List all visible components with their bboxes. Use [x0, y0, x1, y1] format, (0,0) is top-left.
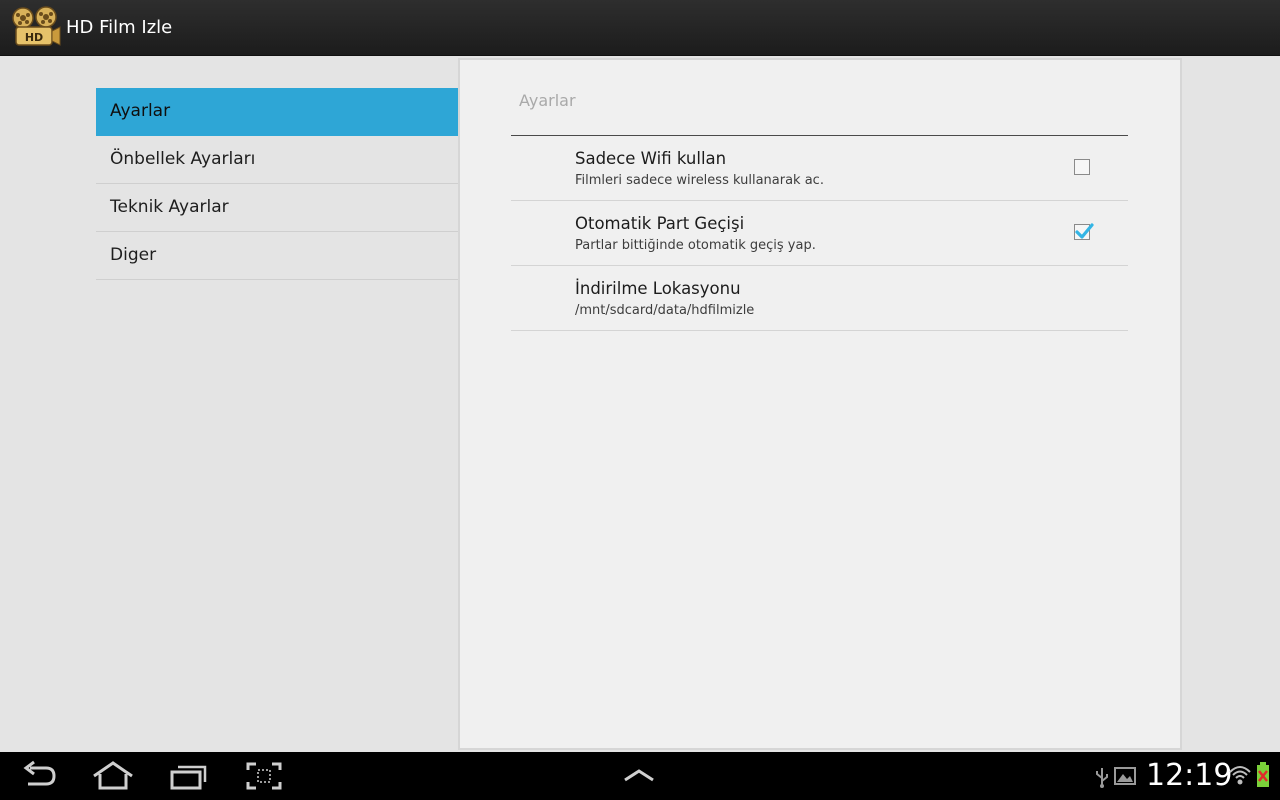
wifi-only-checkbox[interactable]	[1074, 159, 1090, 175]
pref-summary: Partlar bittiğinde otomatik geçiş yap.	[575, 238, 816, 253]
home-icon[interactable]	[92, 760, 134, 796]
screenshot-icon[interactable]	[246, 760, 282, 796]
usb-icon	[1094, 766, 1110, 792]
settings-headers-list: Ayarlar Önbellek Ayarları Teknik Ayarlar…	[96, 88, 458, 280]
auto-part-switch-checkbox[interactable]	[1074, 223, 1094, 240]
status-clock: 12:19	[1146, 758, 1233, 793]
pref-title: İndirilme Lokasyonu	[575, 279, 741, 298]
header-item-onbellek-ayarlari[interactable]: Önbellek Ayarları	[96, 136, 458, 184]
pref-title: Sadece Wifi kullan	[575, 149, 727, 168]
action-bar: HD HD Film Izle	[0, 0, 1280, 56]
app-logo-icon[interactable]: HD	[10, 5, 62, 51]
panel-category-title: Ayarlar	[519, 91, 576, 110]
recent-apps-icon[interactable]	[170, 760, 208, 796]
header-item-label: Diger	[110, 245, 157, 265]
pref-wifi-only[interactable]: Sadece Wifi kullan Filmleri sadece wirel…	[511, 136, 1128, 201]
battery-icon	[1256, 762, 1270, 792]
preference-list: Sadece Wifi kullan Filmleri sadece wirel…	[511, 136, 1128, 331]
header-item-label: Teknik Ayarlar	[110, 197, 229, 217]
header-item-label: Ayarlar	[110, 101, 171, 121]
svg-text:HD: HD	[25, 31, 43, 44]
settings-panel: Ayarlar Sadece Wifi kullan Filmleri sade…	[458, 58, 1182, 750]
pref-title: Otomatik Part Geçişi	[575, 214, 745, 233]
chevron-up-icon[interactable]	[622, 766, 656, 790]
pref-download-location[interactable]: İndirilme Lokasyonu /mnt/sdcard/data/hdf…	[511, 266, 1128, 331]
checkmark-icon	[1075, 223, 1094, 239]
pref-auto-part-switch[interactable]: Otomatik Part Geçişi Partlar bittiğinde …	[511, 201, 1128, 266]
wifi-icon	[1228, 764, 1252, 790]
header-item-label: Önbellek Ayarları	[110, 149, 256, 169]
header-item-diger[interactable]: Diger	[96, 232, 458, 280]
header-item-ayarlar[interactable]: Ayarlar	[96, 88, 458, 136]
header-item-teknik-ayarlar[interactable]: Teknik Ayarlar	[96, 184, 458, 232]
back-icon[interactable]	[22, 760, 58, 796]
pref-summary: Filmleri sadece wireless kullanarak ac.	[575, 173, 824, 188]
system-navigation-bar: 12:19	[0, 752, 1280, 800]
pref-summary: /mnt/sdcard/data/hdfilmizle	[575, 303, 755, 318]
image-icon	[1114, 767, 1136, 789]
app-title: HD Film Izle	[66, 17, 173, 38]
